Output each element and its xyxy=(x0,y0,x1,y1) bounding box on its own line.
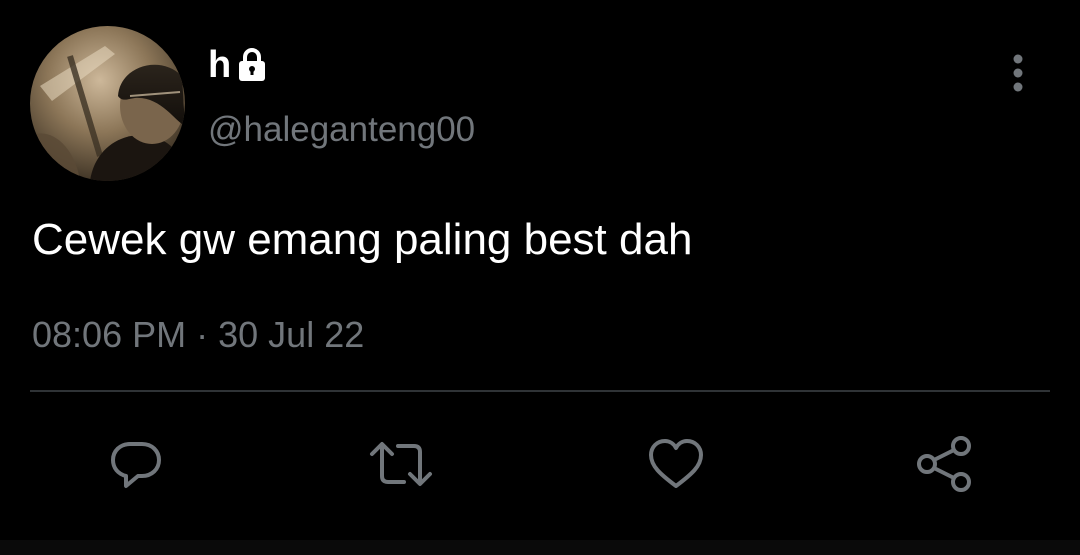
tweet-date[interactable]: 30 Jul 22 xyxy=(218,314,364,355)
display-name[interactable]: h xyxy=(208,46,231,84)
share-icon xyxy=(913,434,975,494)
divider xyxy=(30,390,1050,392)
display-name-row: h xyxy=(208,40,267,90)
retweet-icon xyxy=(368,434,434,494)
tweet-time[interactable]: 08:06 PM xyxy=(32,314,186,355)
tweet-card: h @haleganteng00 Cewek gw emang paling b… xyxy=(0,0,1080,555)
lock-icon xyxy=(237,47,267,83)
tweet-text: Cewek gw emang paling best dah xyxy=(32,215,693,264)
bottom-edge xyxy=(0,540,1080,555)
reply-button[interactable] xyxy=(104,432,168,496)
more-options-button[interactable] xyxy=(1000,54,1036,97)
timestamp-row: 08:06 PM · 30 Jul 22 xyxy=(32,313,364,356)
share-button[interactable] xyxy=(912,432,976,496)
timestamp-separator: · xyxy=(196,314,209,355)
avatar[interactable] xyxy=(30,26,185,181)
reply-icon xyxy=(106,434,166,494)
user-handle[interactable]: @haleganteng00 xyxy=(208,112,475,147)
retweet-button[interactable] xyxy=(369,432,433,496)
more-vertical-icon xyxy=(1012,54,1024,97)
heart-icon xyxy=(646,436,706,492)
like-button[interactable] xyxy=(644,432,708,496)
